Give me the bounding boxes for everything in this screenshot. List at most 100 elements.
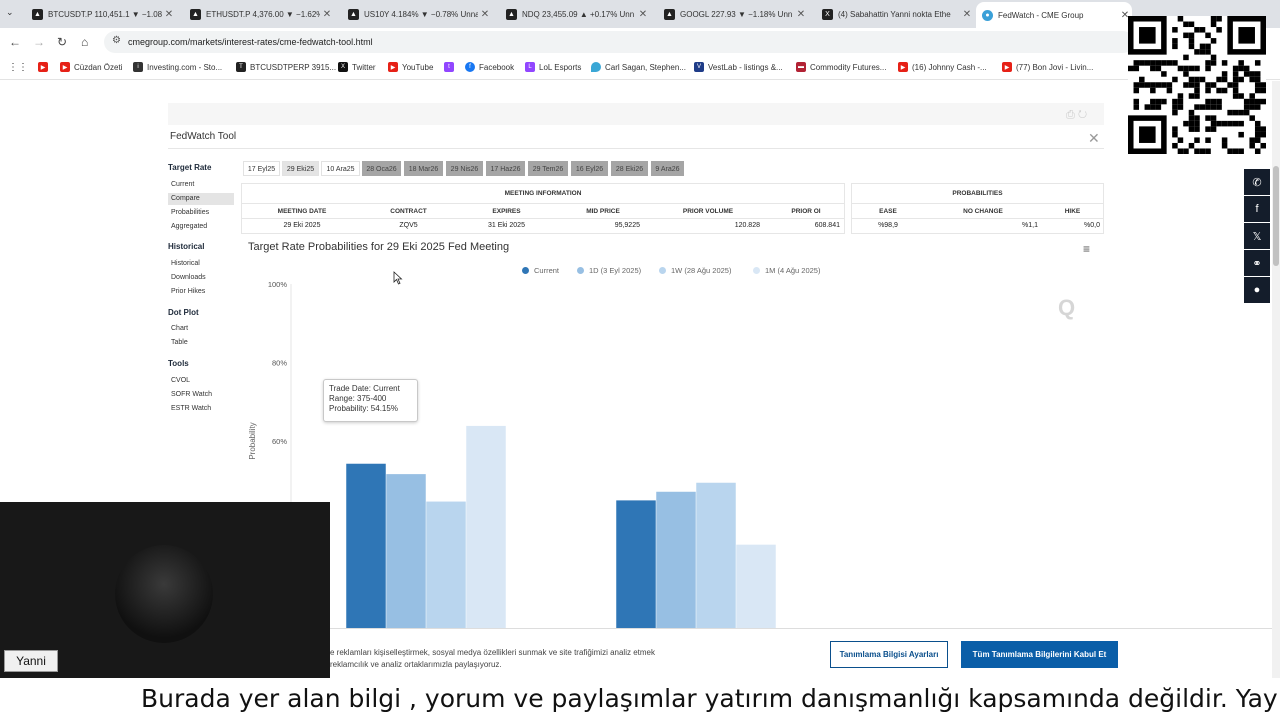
close-icon[interactable]: ✕ <box>478 9 492 20</box>
close-icon[interactable]: ✕ <box>794 9 808 20</box>
facebook-icon[interactable]: f <box>1244 196 1270 222</box>
sidebar-item-prior-hikes[interactable]: Prior Hikes <box>168 286 234 298</box>
browser-tab-active[interactable]: ● FedWatch - CME Group ✕ <box>976 2 1132 28</box>
sidebar-heading-dot-plot: Dot Plot <box>168 308 199 317</box>
table-cell: 31 Eki 2025 <box>488 222 525 229</box>
date-tab[interactable]: 29 Nis26 <box>446 161 483 176</box>
date-tab[interactable]: 29 Eki25 <box>282 161 319 176</box>
apps-grid-icon[interactable]: ⋮⋮ <box>8 62 28 73</box>
close-icon[interactable]: ✕ <box>162 9 176 20</box>
bookmark[interactable]: t <box>444 62 458 72</box>
browser-tab[interactable]: X (4) Sabahattin Yanni nokta Ethe ✕ <box>816 3 974 25</box>
sidebar-item-downloads[interactable]: Downloads <box>168 272 234 284</box>
divider <box>852 203 1103 204</box>
bookmark[interactable]: Carl Sagan, Stephen... <box>591 62 686 72</box>
cookie-settings-button[interactable]: Tanımlama Bilgisi Ayarları <box>830 641 948 668</box>
column-header: EASE <box>879 208 897 215</box>
close-icon[interactable]: ✕ <box>320 9 334 20</box>
back-icon[interactable]: ← <box>9 35 21 49</box>
bookmark[interactable]: ▶ (77) Bon Jovi - Livin... <box>1002 62 1093 72</box>
site-info-icon[interactable]: ⚙ <box>112 35 121 46</box>
bookmark[interactable]: ▶ Cüzdan Özeti <box>60 62 122 72</box>
sidebar-item-historical[interactable]: Historical <box>168 258 234 270</box>
date-tab[interactable]: 29 Tem26 <box>528 161 568 176</box>
bookmark[interactable]: i Investing.com - Sto... <box>133 62 222 72</box>
facebook-icon: f <box>465 62 475 72</box>
bookmark[interactable]: V VestLab - listings &... <box>694 62 783 72</box>
twitch-icon: L <box>525 62 535 72</box>
fedwatch-title: FedWatch Tool <box>170 131 237 142</box>
sidebar-item-probabilities[interactable]: Probabilities <box>168 207 234 219</box>
sidebar-item-table[interactable]: Table <box>168 337 234 349</box>
browser-tab[interactable]: ▲ US10Y 4.184% ▼ −0.78% Unna ✕ <box>342 3 492 25</box>
sidebar-item-cvol[interactable]: CVOL <box>168 375 234 387</box>
column-header: HIKE <box>1064 208 1081 215</box>
webcam-overlay: Yanni <box>0 502 330 678</box>
forward-icon[interactable]: → <box>33 35 45 49</box>
cookie-banner: e reklamları kişiselleştirmek, sosyal me… <box>330 628 1272 678</box>
date-tab[interactable]: 28 Eki26 <box>611 161 648 176</box>
bar-chart: 100%80%60%40%Probability375-400400-42542… <box>248 280 1046 678</box>
browser-tab[interactable]: ▲ BTCUSDT.P 110,451.1 ▼ −1.08% ✕ <box>26 3 176 25</box>
scrollbar-thumb[interactable] <box>1273 166 1279 266</box>
date-tab[interactable]: 17 Haz26 <box>486 161 525 176</box>
table-cell: %0,0 <box>1084 222 1100 229</box>
bookmark[interactable]: f Facebook <box>465 62 514 72</box>
bookmark[interactable]: T BTCUSDTPERP 3915... <box>236 62 336 72</box>
table-cell: 95,9225 <box>614 222 640 229</box>
hamburger-menu-icon[interactable]: ≡ <box>1083 242 1090 256</box>
meeting-info-table: MEETING INFORMATION MEETING DATE CONTRAC… <box>241 183 845 234</box>
bookmark[interactable]: X Twitter <box>338 62 376 72</box>
address-bar-row: ← → ↻ ⌂ ⚙ cmegroup.com/markets/interest-… <box>0 28 1280 56</box>
print-refresh-icons[interactable]: ⎙ ↻ <box>1066 109 1087 122</box>
column-header: MID PRICE <box>586 208 620 215</box>
url-text[interactable]: cmegroup.com/markets/interest-rates/cme-… <box>128 37 373 47</box>
whatsapp-icon[interactable]: ✆ <box>1244 169 1270 195</box>
home-icon[interactable]: ⌂ <box>81 35 88 49</box>
browser-tab[interactable]: ▲ ETHUSDT.P 4,376.00 ▼ −1.62% ✕ <box>184 3 334 25</box>
sidebar-item-estr-watch[interactable]: ESTR Watch <box>168 403 234 415</box>
investing-icon: i <box>133 62 143 72</box>
chart-icon: ▲ <box>32 8 43 20</box>
youtube-icon: ▶ <box>1002 62 1012 72</box>
browser-tab[interactable]: ▲ GOOGL 227.93 ▼ −1.18% Unn ✕ <box>658 3 808 25</box>
date-tab[interactable]: 18 Mar26 <box>404 161 443 176</box>
date-tab[interactable]: 17 Eyl25 <box>243 161 280 176</box>
x-icon[interactable]: 𝕏 <box>1244 223 1270 249</box>
date-tab[interactable]: 28 Oca26 <box>362 161 401 176</box>
avatar <box>115 545 213 643</box>
bookmark[interactable]: ▶ (16) Johnny Cash -... <box>898 62 987 72</box>
date-tab[interactable]: 16 Eyl26 <box>571 161 608 176</box>
chart-icon: ▲ <box>190 8 201 20</box>
browser-tab[interactable]: ▲ NDQ 23,455.09 ▲ +0.17% Unn ✕ <box>500 3 650 25</box>
sidebar-item-aggregated[interactable]: Aggregated <box>168 221 234 233</box>
tooltip-line: Probability: 54.15% <box>329 404 398 413</box>
close-icon[interactable]: ✕ <box>636 9 650 20</box>
page-scrollbar[interactable] <box>1272 81 1280 678</box>
sidebar-item-current[interactable]: Current <box>168 179 234 191</box>
close-icon[interactable]: ✕ <box>960 9 974 20</box>
y-axis-label: Probability <box>248 422 257 459</box>
tab-search-icon[interactable]: ⌄ <box>6 7 14 18</box>
reload-icon[interactable]: ↻ <box>57 35 67 49</box>
sidebar-item-sofr-watch[interactable]: SOFR Watch <box>168 389 234 401</box>
sidebar-item-compare[interactable]: Compare <box>168 193 234 205</box>
close-icon[interactable]: ✕ <box>1088 130 1100 147</box>
accept-all-cookies-button[interactable]: Tüm Tanımlama Bilgilerini Kabul Et <box>961 641 1118 668</box>
v-icon: V <box>694 62 704 72</box>
reddit-icon[interactable]: ● <box>1244 277 1270 303</box>
address-bar[interactable]: ⚙ cmegroup.com/markets/interest-rates/cm… <box>104 31 1134 53</box>
table-cell: %1,1 <box>1022 222 1038 229</box>
youtube-icon: ▶ <box>388 62 398 72</box>
column-header: PRIOR OI <box>791 208 821 215</box>
date-tab-selected[interactable]: 10 Ara25 <box>321 161 360 176</box>
bookmark[interactable]: ▬ Commodity Futures... <box>796 62 886 72</box>
date-tab[interactable]: 9 Ara26 <box>651 161 684 176</box>
divider <box>242 203 844 204</box>
divider <box>168 148 1104 149</box>
globe-icon: ● <box>982 9 993 21</box>
link-icon[interactable]: ⚭ <box>1244 250 1270 276</box>
bookmark[interactable]: L LoL Esports <box>525 62 581 72</box>
sidebar-item-chart[interactable]: Chart <box>168 323 234 335</box>
bookmark[interactable]: ▶ YouTube <box>388 62 433 72</box>
